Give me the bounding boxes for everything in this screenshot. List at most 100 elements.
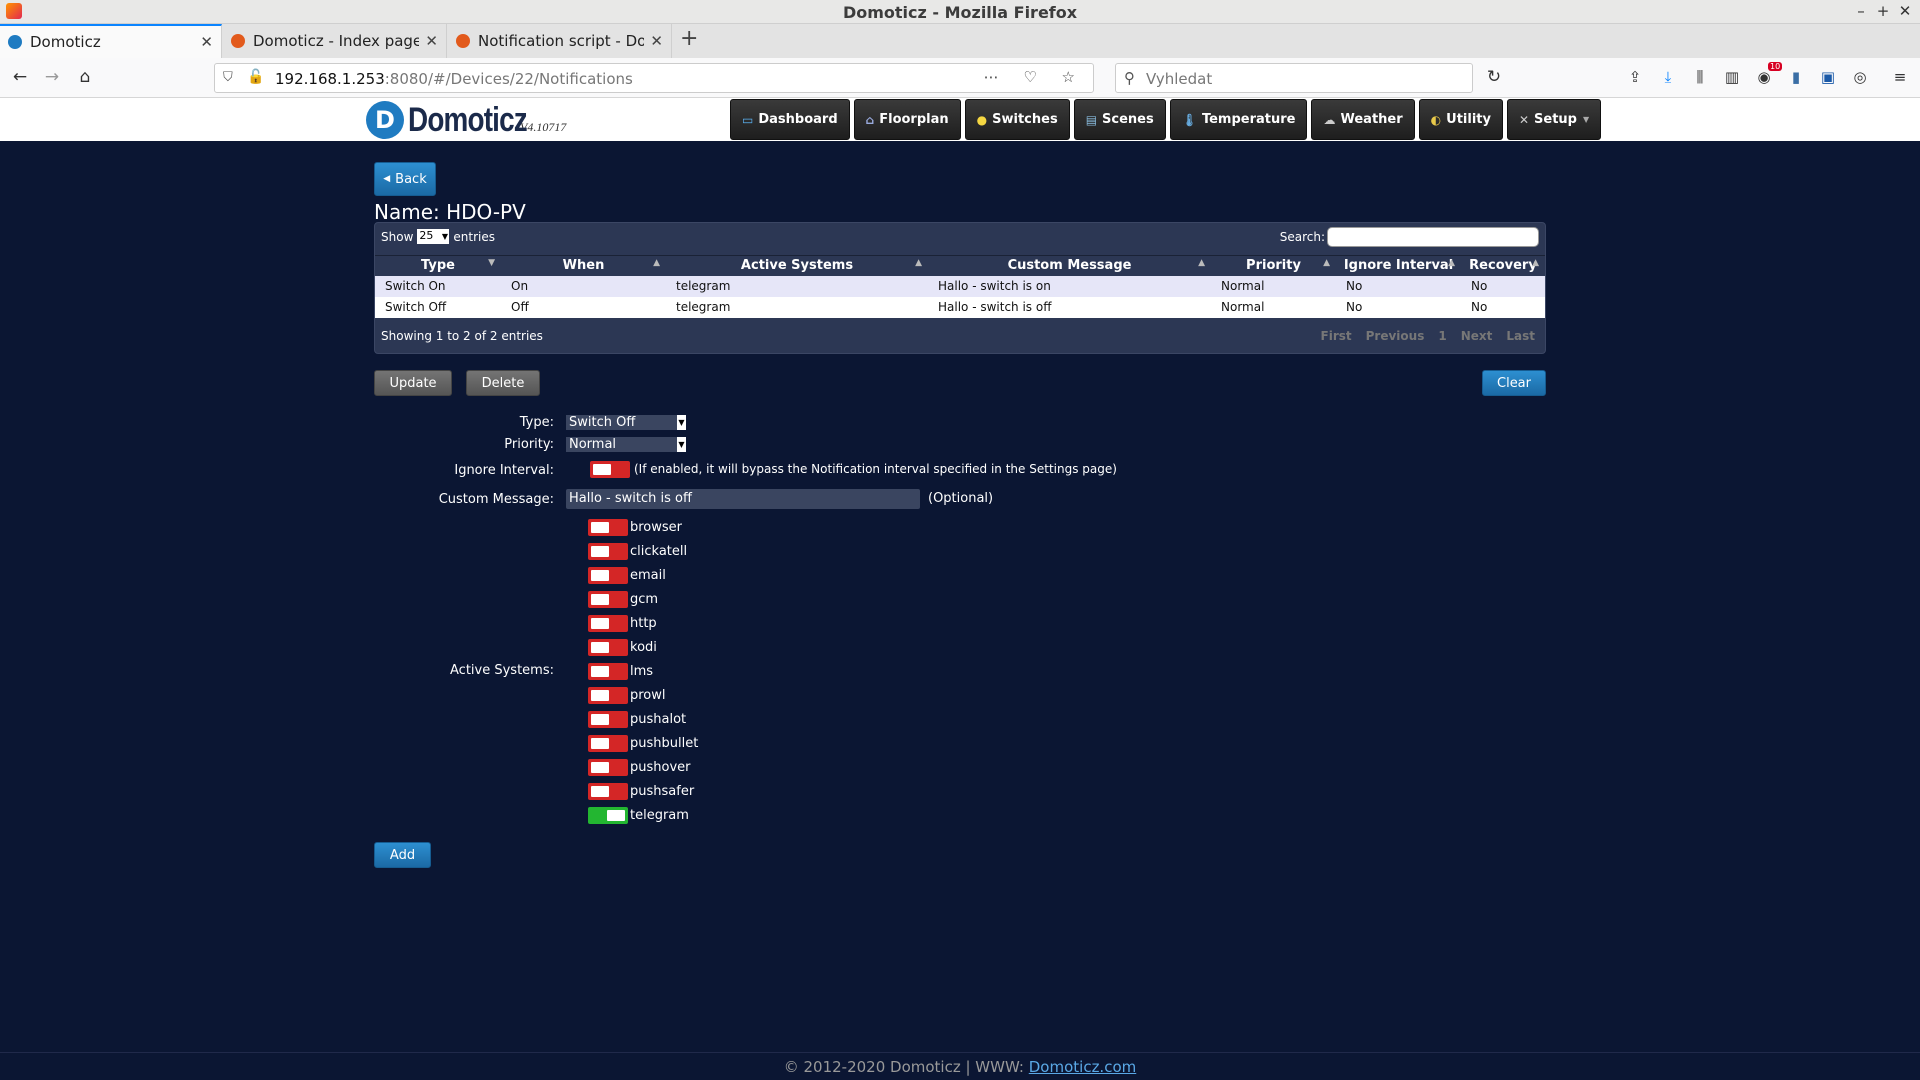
url-text[interactable]: 192.168.1.253:8080/#/Devices/22/Notifica… [275,70,633,88]
system-toggle-kodi[interactable] [588,639,628,656]
insecure-lock-icon[interactable]: 🔓 [247,69,264,85]
tab-notification-script[interactable]: Notification script - Dom ✕ [448,24,672,58]
back-arrow-icon[interactable]: ← [9,67,31,87]
page-last-button[interactable]: Last [1506,329,1535,343]
table-cell: Off [501,296,666,318]
nav-floorplan[interactable]: ⌂ Floorplan [853,99,961,140]
column-header-custom-message[interactable]: Custom Message ▲ [928,255,1211,276]
footer-link[interactable]: Domoticz.com [1029,1058,1137,1076]
table-row[interactable]: Switch Off Off telegram Hallo - switch i… [375,296,1545,318]
toggle-knob [591,642,609,653]
toggle-knob [591,522,609,533]
minimize-icon[interactable]: – [1852,2,1870,20]
system-toggle-pushbullet[interactable] [588,735,628,752]
domoticz-favicon-icon [231,34,245,48]
system-toggle-browser[interactable] [588,519,628,536]
pagination: First Previous 1 Next Last [1321,329,1535,343]
footer: © 2012-2020 Domoticz | WWW: Domoticz.com [0,1052,1920,1080]
download-icon[interactable]: ⤓ [1658,68,1678,86]
new-tab-icon[interactable]: + [680,26,698,51]
column-header-recovery[interactable]: Recovery ▲ [1461,255,1545,276]
close-tab-icon[interactable]: ✕ [650,32,663,50]
search-placeholder: Vyhledat [1146,70,1213,88]
table-cell: Hallo - switch is off [928,296,1211,318]
system-toggle-email[interactable] [588,567,628,584]
entries-select[interactable]: 25 ▼ [417,229,450,244]
toggle-knob [591,618,609,629]
clear-button[interactable]: Clear [1482,370,1546,396]
system-toggle-pushsafer[interactable] [588,783,628,800]
nav-temperature[interactable]: 🌡 Temperature [1169,99,1308,140]
sidebar-icon[interactable]: ▥ [1722,68,1742,86]
column-header-ignore-interval[interactable]: Ignore Interval ▲ [1336,255,1461,276]
nav-utility[interactable]: ◐ Utility [1418,99,1503,140]
scenes-icon: ▤ [1085,112,1098,127]
close-tab-icon[interactable]: ✕ [425,32,438,50]
custom-message-input[interactable]: Hallo - switch is off [566,489,920,509]
type-select[interactable]: Switch Off ▼ [566,415,686,430]
close-tab-icon[interactable]: ✕ [200,33,213,51]
delete-button[interactable]: Delete [466,370,540,396]
tab-domoticz-index[interactable]: Domoticz - Index page ✕ [223,24,447,58]
page-previous-button[interactable]: Previous [1366,329,1425,343]
addon-icon[interactable]: ▮ [1786,68,1806,86]
column-header-type[interactable]: Type ▼ [375,255,501,276]
toggle-knob [591,546,609,557]
nav-dashboard[interactable]: ▭ Dashboard [730,99,850,140]
column-header-active-systems[interactable]: Active Systems ▲ [666,255,928,276]
update-button[interactable]: Update [374,370,452,396]
nav-setup[interactable]: ✕ Setup ▼ [1506,99,1602,140]
back-button[interactable]: ◀ Back [374,162,436,196]
maximize-icon[interactable]: + [1874,2,1892,20]
system-toggle-pushover[interactable] [588,759,628,776]
nav-switches[interactable]: ● Switches [964,99,1070,140]
pocket-icon[interactable]: ⇪ [1625,68,1645,86]
table-search-input[interactable] [1327,227,1539,247]
close-window-icon[interactable]: ✕ [1896,2,1914,20]
sort-icon: ▲ [1323,258,1330,268]
chevron-down-icon: ▼ [677,415,686,430]
forward-arrow-icon[interactable]: → [41,67,63,87]
page-number-button[interactable]: 1 [1438,329,1446,343]
ignore-interval-toggle[interactable] [590,461,630,478]
system-toggle-http[interactable] [588,615,628,632]
library-icon[interactable]: ⫼ [1690,68,1710,86]
system-toggle-pushalot[interactable] [588,711,628,728]
system-label: browser [630,520,683,535]
nav-scenes[interactable]: ▤ Scenes [1073,99,1166,140]
table-cell: telegram [666,275,928,297]
nav-weather[interactable]: ☁ Weather [1311,99,1415,140]
page-first-button[interactable]: First [1321,329,1352,343]
column-header-when[interactable]: When ▲ [501,255,666,276]
system-toggle-lms[interactable] [588,663,628,680]
add-button[interactable]: Add [374,842,431,868]
toggle-knob [591,594,609,605]
system-toggle-telegram[interactable] [588,807,628,824]
addon-s-icon[interactable]: ▣ [1818,68,1838,86]
reload-icon[interactable]: ↻ [1483,67,1505,87]
priority-select[interactable]: Normal ▼ [566,437,686,452]
address-bar[interactable]: ⛉ 🔓 192.168.1.253:8080/#/Devices/22/Noti… [214,63,1094,93]
page-title: Name: HDO-PV [374,200,526,224]
priority-label: Priority: [504,437,554,452]
system-toggle-prowl[interactable] [588,687,628,704]
menu-icon[interactable]: ≡ [1890,68,1910,86]
ignore-interval-note: (If enabled, it will bypass the Notifica… [634,462,1117,476]
search-bar[interactable]: ⚲ Vyhledat [1115,63,1473,93]
app-header: D Domoticz V4.10717 ▭ Dashboard ⌂ Floorpla… [0,98,1920,141]
domoticz-favicon-icon [8,35,22,49]
tools-icon: ✕ [1518,112,1530,127]
domoticz-logo[interactable]: D Domoticz V4.10717 [366,101,566,139]
tracking-shield-icon[interactable]: ⛉ [223,70,233,85]
table-search: Search: [1280,227,1539,247]
column-header-priority[interactable]: Priority ▲ [1211,255,1336,276]
tab-domoticz[interactable]: Domoticz ✕ [0,24,222,58]
page-next-button[interactable]: Next [1461,329,1493,343]
home-icon[interactable]: ⌂ [74,67,96,87]
page-actions-icon[interactable]: ⋯ ♡ ☆ [984,68,1085,86]
table-row[interactable]: Switch On On telegram Hallo - switch is … [375,275,1545,297]
system-toggle-gcm[interactable] [588,591,628,608]
account-icon[interactable]: ◎ [1850,68,1870,86]
system-toggle-clickatell[interactable] [588,543,628,560]
window-titlebar: Domoticz - Mozilla Firefox – + ✕ [0,0,1920,24]
